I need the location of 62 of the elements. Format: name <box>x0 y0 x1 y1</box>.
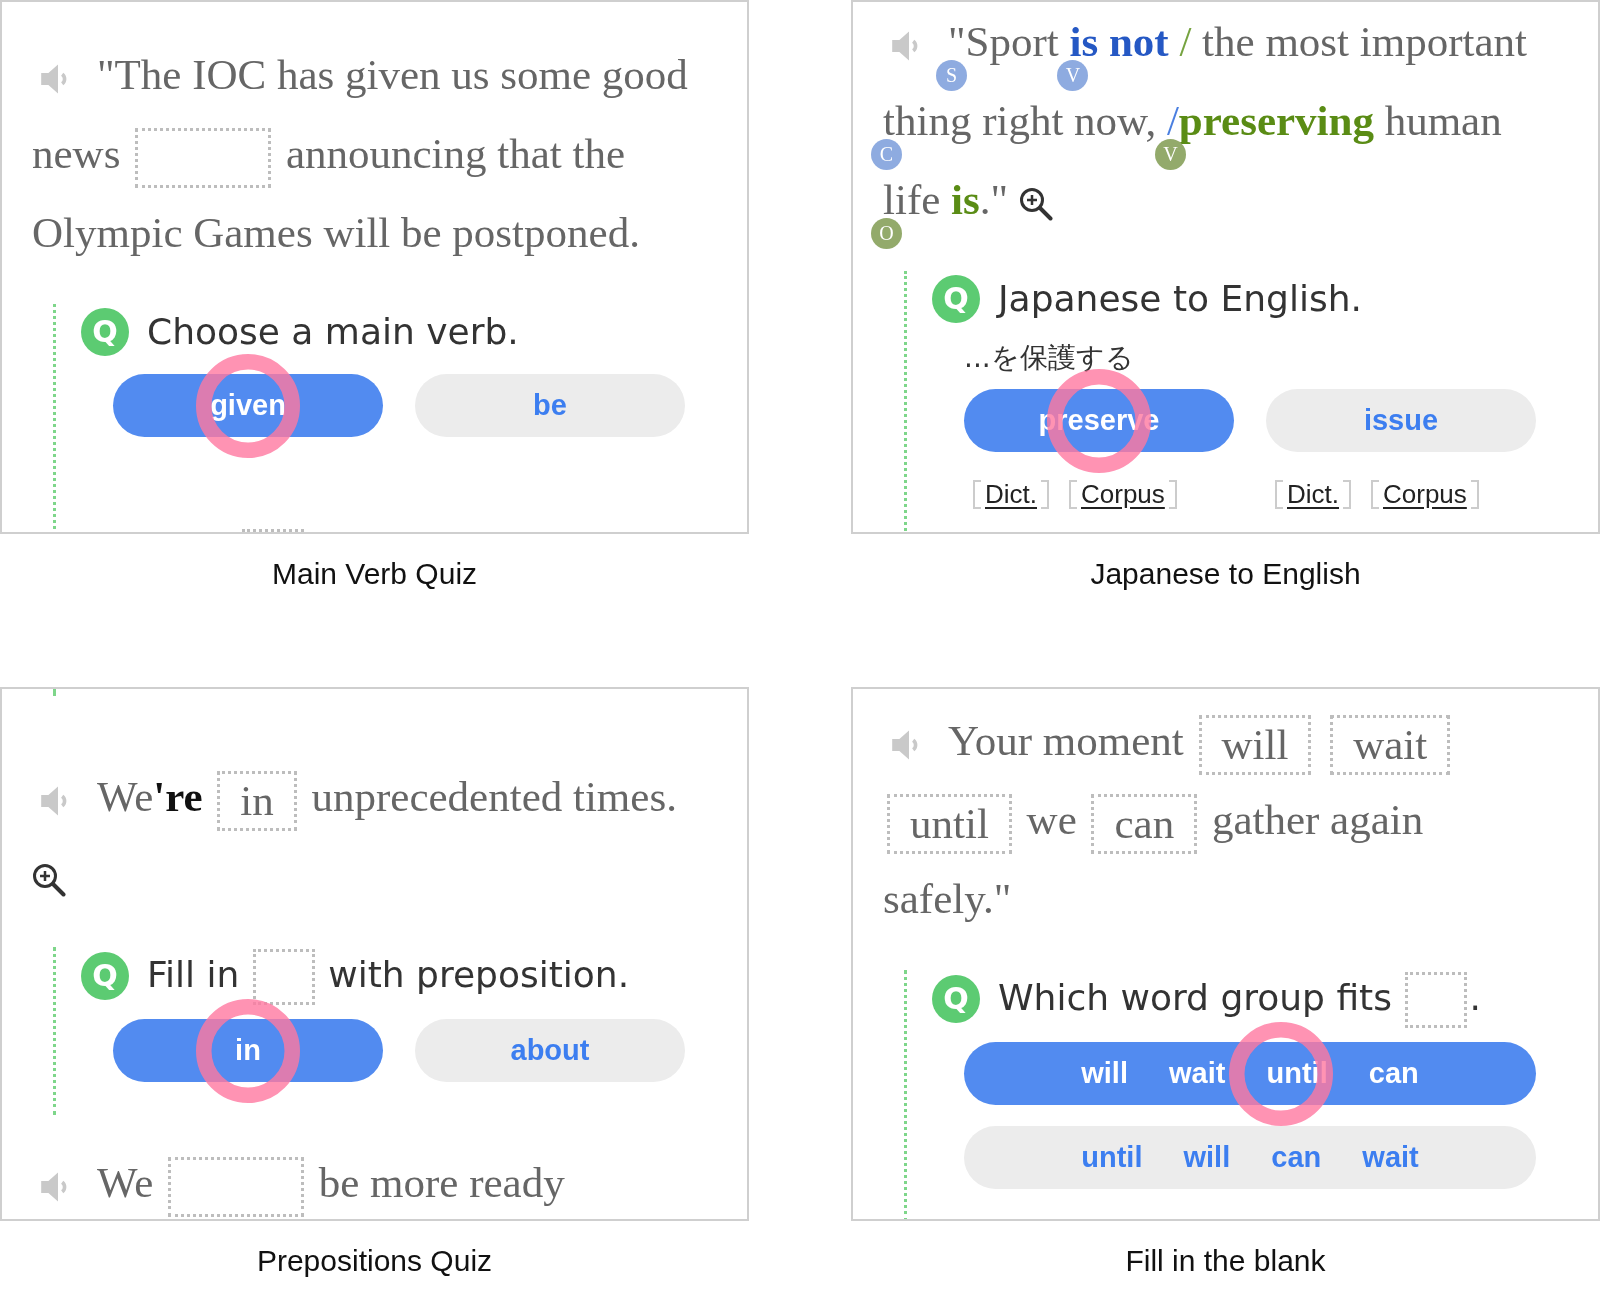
prompt-text: Which word group fits <box>998 977 1392 1018</box>
speaker-icon[interactable] <box>41 64 69 95</box>
answer-blank <box>242 529 304 532</box>
question-badge: Q <box>932 275 980 323</box>
sentence-text: safely." <box>883 875 1012 922</box>
question-badge: Q <box>932 975 980 1023</box>
grammar-role-badge: C <box>871 139 902 170</box>
answer-blank: will <box>1198 715 1312 776</box>
sentence-text: right now, <box>982 97 1157 144</box>
grammar-role-badge: V <box>1057 60 1089 91</box>
speaker-icon[interactable] <box>41 786 69 817</box>
panel-caption: Japanese to English <box>1089 556 1362 592</box>
panel-caption: Fill in the blank <box>1124 1243 1327 1279</box>
prompt-text: Choose a main verb. <box>147 311 519 352</box>
reference-link[interactable]: Dict. <box>973 480 1049 509</box>
chunk-slash: / <box>1179 18 1192 65</box>
panel-caption: Prepositions Quiz <box>255 1243 494 1279</box>
sentence-text: gather again <box>1211 796 1424 843</box>
zoom-in-icon[interactable] <box>1018 187 1053 222</box>
prompt-text: Fill in <box>147 954 240 995</box>
answer-blank <box>1405 972 1468 1028</box>
sentence-text: We <box>97 1159 154 1206</box>
grammar-role-badge: S <box>936 60 967 91</box>
sentence-text: be more ready <box>318 1159 565 1206</box>
panel-caption: Main Verb Quiz <box>270 556 479 592</box>
option-button[interactable]: be <box>415 374 685 437</box>
speaker-icon[interactable] <box>41 1172 69 1203</box>
sentence-text: the most important <box>1202 18 1527 65</box>
speaker-icon[interactable] <box>892 31 920 62</box>
reference-link[interactable]: Corpus <box>1371 480 1479 509</box>
sentence-text: Olympic Games will be postponed. <box>32 209 640 256</box>
zoom-in-icon[interactable] <box>32 863 66 898</box>
sentence-text: "The IOC has given us some good <box>97 51 688 98</box>
reference-link[interactable]: Dict. <box>1275 480 1351 509</box>
question-badge: Q <box>81 952 129 1000</box>
sentence-text: unprecedented times. <box>311 773 677 820</box>
prompt-text: . <box>1469 977 1481 1018</box>
sentence-text: news <box>32 130 121 177</box>
option-button[interactable]: about <box>415 1019 685 1082</box>
answer-blank: can <box>1091 794 1198 855</box>
answer-blank: in <box>217 771 297 832</box>
prompt-text: Japanese to English. <box>998 278 1362 319</box>
sentence-text: We're <box>97 773 203 820</box>
sentence-text: human <box>1384 97 1502 144</box>
grammar-role-badge: O <box>871 218 902 249</box>
prompt-text: with preposition. <box>328 954 630 995</box>
option-button[interactable]: issue <box>1266 389 1536 452</box>
sentence-text: ." <box>979 176 1009 223</box>
sentence-text: Your moment <box>948 717 1184 764</box>
question-badge: Q <box>81 308 129 356</box>
tap-ring-icon <box>196 353 300 458</box>
sentence-text: we <box>1026 796 1077 843</box>
tap-ring-icon <box>196 998 300 1103</box>
option-button[interactable]: until will can wait <box>964 1126 1536 1189</box>
answer-blank: wait <box>1330 715 1451 776</box>
answer-blank <box>252 949 315 1005</box>
reference-link[interactable]: Corpus <box>1069 480 1177 509</box>
speaker-icon[interactable] <box>892 730 920 761</box>
sentence-text: is <box>951 176 980 223</box>
answer-blank: until <box>887 794 1012 855</box>
sentence-text: announcing that the <box>285 130 625 177</box>
hint-text: ...を保護する <box>964 340 1134 376</box>
